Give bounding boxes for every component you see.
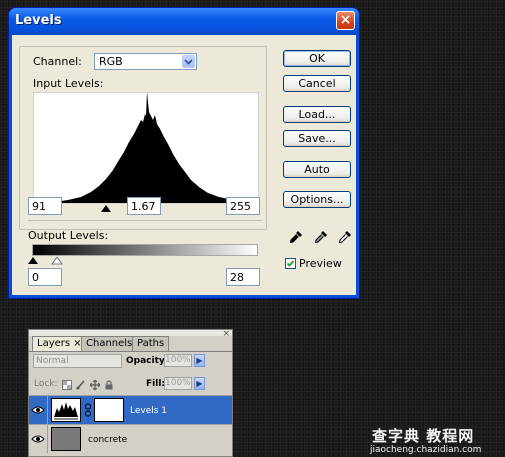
black-eyedropper-icon[interactable] xyxy=(289,230,303,244)
channel-value: RGB xyxy=(99,55,123,68)
output-gradient-bar xyxy=(32,244,258,256)
dialog-title: Levels xyxy=(15,13,62,28)
input-white-value: 255 xyxy=(230,200,251,213)
tab-divider xyxy=(29,351,232,352)
close-button[interactable]: × xyxy=(336,11,355,30)
tab-layers[interactable]: Layers × xyxy=(32,336,87,352)
layers-panel: × Layers × Channels Paths Normal Opacity… xyxy=(28,329,233,457)
lock-move-icon[interactable] xyxy=(90,380,100,390)
cancel-button[interactable]: Cancel xyxy=(283,75,351,92)
opacity-arrow-button[interactable]: ▶ xyxy=(194,354,205,367)
white-eyedropper-icon[interactable] xyxy=(338,230,352,244)
tab-paths[interactable]: Paths xyxy=(132,336,170,351)
fill-value: 100% xyxy=(165,378,191,388)
opacity-value: 100% xyxy=(165,355,191,365)
preview-label: Preview xyxy=(299,257,342,270)
layer-row[interactable]: concrete xyxy=(29,424,232,453)
input-black-field[interactable]: 91 xyxy=(28,197,62,215)
layer-mask-thumbnail[interactable] xyxy=(94,398,124,422)
ok-button-label: OK xyxy=(309,52,325,65)
opacity-field[interactable]: 100% xyxy=(164,354,192,367)
auto-button-label: Auto xyxy=(304,163,330,176)
input-gamma-value: 1.67 xyxy=(131,200,156,213)
divider xyxy=(28,220,262,221)
tab-layers-label: Layers xyxy=(37,338,71,349)
title-bar[interactable]: Levels × xyxy=(9,8,359,35)
save-button-label: Save... xyxy=(298,132,336,145)
lock-transparent-icon[interactable] xyxy=(62,380,72,390)
tab-channels-label: Channels xyxy=(86,338,133,349)
blend-mode-value: Normal xyxy=(36,356,69,366)
input-white-field[interactable]: 255 xyxy=(226,197,260,215)
gray-eyedropper-icon[interactable] xyxy=(314,230,328,244)
eye-icon xyxy=(31,435,45,443)
layer-name: concrete xyxy=(88,435,128,445)
watermark: 查字典 教程网 jiaocheng.chazidian.com xyxy=(360,424,505,457)
close-icon: × xyxy=(339,12,352,28)
tab-paths-label: Paths xyxy=(137,338,165,349)
load-button[interactable]: Load... xyxy=(283,106,351,123)
save-button[interactable]: Save... xyxy=(283,130,351,147)
load-button-label: Load... xyxy=(298,108,336,121)
channel-select[interactable]: RGB xyxy=(94,53,197,70)
checkmark-icon xyxy=(286,260,295,267)
input-levels-label: Input Levels: xyxy=(33,77,104,90)
fill-field[interactable]: 100% xyxy=(164,377,192,390)
cancel-button-label: Cancel xyxy=(298,77,336,90)
layer-name: Levels 1 xyxy=(130,406,168,416)
ok-button[interactable]: OK xyxy=(283,50,351,67)
options-button-label: Options... xyxy=(290,193,344,206)
output-black-slider[interactable] xyxy=(27,257,39,265)
options-button[interactable]: Options... xyxy=(283,191,351,208)
link-icon[interactable] xyxy=(84,403,92,417)
channel-label: Channel: xyxy=(33,55,82,68)
layer-thumbnail xyxy=(51,427,81,451)
input-black-slider[interactable] xyxy=(100,205,112,213)
lock-label: Lock: xyxy=(34,379,58,389)
levels-dialog: Levels × Channel: RGB Input Levels: 91 1… xyxy=(9,8,359,298)
dialog-body: Channel: RGB Input Levels: 91 1.67 255 O… xyxy=(12,35,356,295)
layer-row[interactable]: Levels 1 xyxy=(29,395,232,424)
opacity-label: Opacity: xyxy=(126,356,169,366)
fill-label: Fill: xyxy=(146,379,166,389)
eye-icon xyxy=(31,406,45,414)
auto-button[interactable]: Auto xyxy=(283,161,351,178)
fill-arrow-button[interactable]: ▶ xyxy=(194,377,205,390)
input-black-value: 91 xyxy=(32,200,46,213)
histogram xyxy=(33,92,259,204)
input-gamma-field[interactable]: 1.67 xyxy=(127,197,161,215)
panel-close-icon[interactable]: × xyxy=(222,329,230,339)
levels-adjustment-icon xyxy=(51,398,81,422)
watermark-url: jiaocheng.chazidian.com xyxy=(370,445,482,455)
output-white-field[interactable]: 28 xyxy=(226,268,260,286)
output-black-value: 0 xyxy=(32,271,39,284)
output-white-value: 28 xyxy=(230,271,244,284)
lock-paint-icon[interactable] xyxy=(76,380,86,390)
output-black-field[interactable]: 0 xyxy=(28,268,62,286)
lock-all-icon[interactable] xyxy=(104,380,114,390)
output-levels-label: Output Levels: xyxy=(28,229,109,242)
visibility-toggle[interactable] xyxy=(29,425,48,453)
watermark-text: 查字典 教程网 xyxy=(372,427,475,445)
output-white-slider[interactable] xyxy=(51,257,63,265)
blend-mode-select[interactable]: Normal xyxy=(33,354,122,368)
visibility-toggle[interactable] xyxy=(29,396,48,424)
chevron-down-icon[interactable] xyxy=(182,55,195,68)
tab-channels[interactable]: Channels xyxy=(81,336,138,351)
preview-checkbox[interactable] xyxy=(285,258,296,269)
